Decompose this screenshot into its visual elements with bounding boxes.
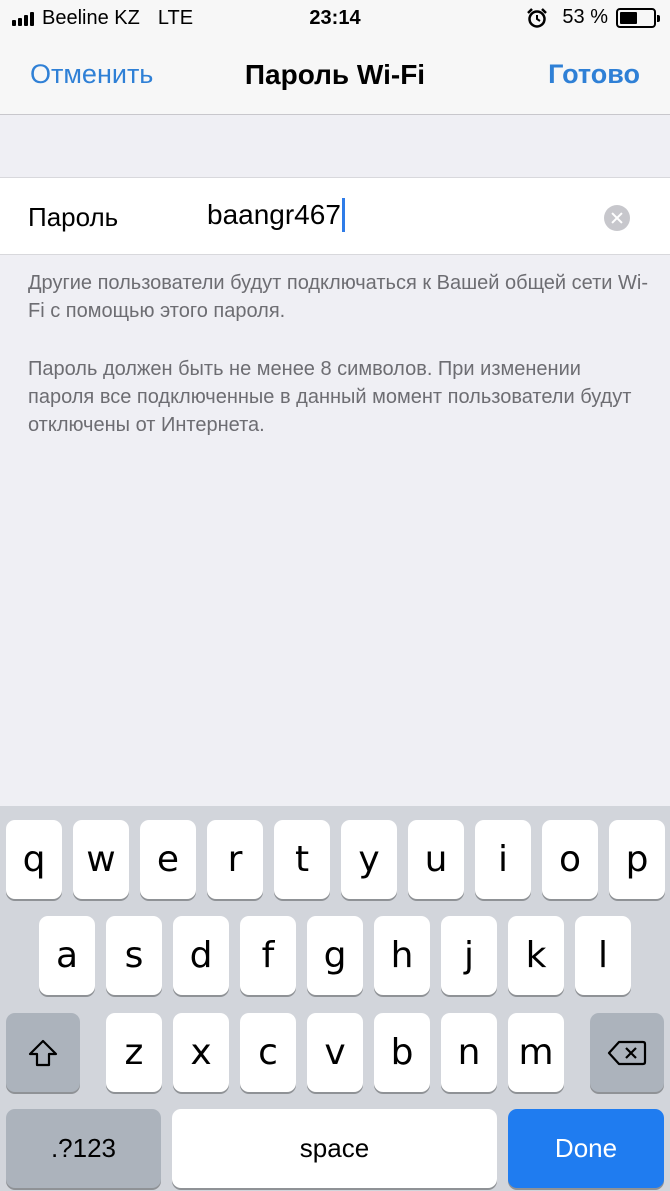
- key-c[interactable]: c: [240, 1013, 296, 1092]
- key-q[interactable]: q: [6, 820, 62, 899]
- key-m[interactable]: m: [508, 1013, 564, 1092]
- clear-text-icon[interactable]: [604, 205, 630, 231]
- screen: Beeline KZ LTE 23:14 53 % Отменить Парол…: [0, 0, 670, 1191]
- key-e[interactable]: e: [140, 820, 196, 899]
- footnote-password-rules: Пароль должен быть не менее 8 символов. …: [28, 358, 632, 436]
- done-button[interactable]: Готово: [548, 59, 640, 90]
- key-d[interactable]: d: [173, 916, 229, 995]
- numbers-key[interactable]: .?123: [6, 1109, 161, 1188]
- battery-percent: 53 %: [562, 6, 608, 28]
- password-value: baangr467: [207, 199, 341, 230]
- top-bar: Beeline KZ LTE 23:14 53 % Отменить Парол…: [0, 0, 670, 115]
- key-b[interactable]: b: [374, 1013, 430, 1092]
- status-bar: Beeline KZ LTE 23:14 53 %: [0, 0, 670, 38]
- shift-key[interactable]: [6, 1013, 80, 1092]
- key-u[interactable]: u: [408, 820, 464, 899]
- navigation-bar: Отменить Пароль Wi-Fi Готово: [0, 40, 670, 112]
- key-x[interactable]: x: [173, 1013, 229, 1092]
- footnote-shared-network: Другие пользователи будут подключаться к…: [28, 272, 648, 322]
- backspace-icon: [607, 1040, 647, 1065]
- password-input[interactable]: baangr467: [207, 198, 345, 232]
- battery-icon: [616, 7, 660, 28]
- text-caret: [341, 198, 345, 232]
- backspace-key[interactable]: [590, 1013, 664, 1092]
- status-right: 53 %: [526, 6, 660, 29]
- keyboard: q w e r t y u i o p a s d f g h j k l z …: [0, 806, 670, 1191]
- battery-fill: [620, 11, 637, 24]
- key-g[interactable]: g: [307, 916, 363, 995]
- key-r[interactable]: r: [207, 820, 263, 899]
- shift-icon: [28, 1039, 58, 1066]
- key-n[interactable]: n: [441, 1013, 497, 1092]
- key-i[interactable]: i: [475, 820, 531, 899]
- key-t[interactable]: t: [274, 820, 330, 899]
- key-z[interactable]: z: [106, 1013, 162, 1092]
- key-f[interactable]: f: [240, 916, 296, 995]
- key-v[interactable]: v: [307, 1013, 363, 1092]
- key-j[interactable]: j: [441, 916, 497, 995]
- key-k[interactable]: k: [508, 916, 564, 995]
- key-y[interactable]: y: [341, 820, 397, 899]
- key-h[interactable]: h: [374, 916, 430, 995]
- key-l[interactable]: l: [575, 916, 631, 995]
- key-o[interactable]: o: [542, 820, 598, 899]
- key-w[interactable]: w: [73, 820, 129, 899]
- space-key[interactable]: space: [172, 1109, 497, 1188]
- key-s[interactable]: s: [106, 916, 162, 995]
- password-label: Пароль: [28, 202, 119, 232]
- key-p[interactable]: p: [609, 820, 665, 899]
- password-cell: Пароль baangr467: [0, 177, 670, 255]
- alarm-icon: [527, 7, 548, 28]
- keyboard-done-key[interactable]: Done: [508, 1109, 664, 1188]
- key-a[interactable]: a: [39, 916, 95, 995]
